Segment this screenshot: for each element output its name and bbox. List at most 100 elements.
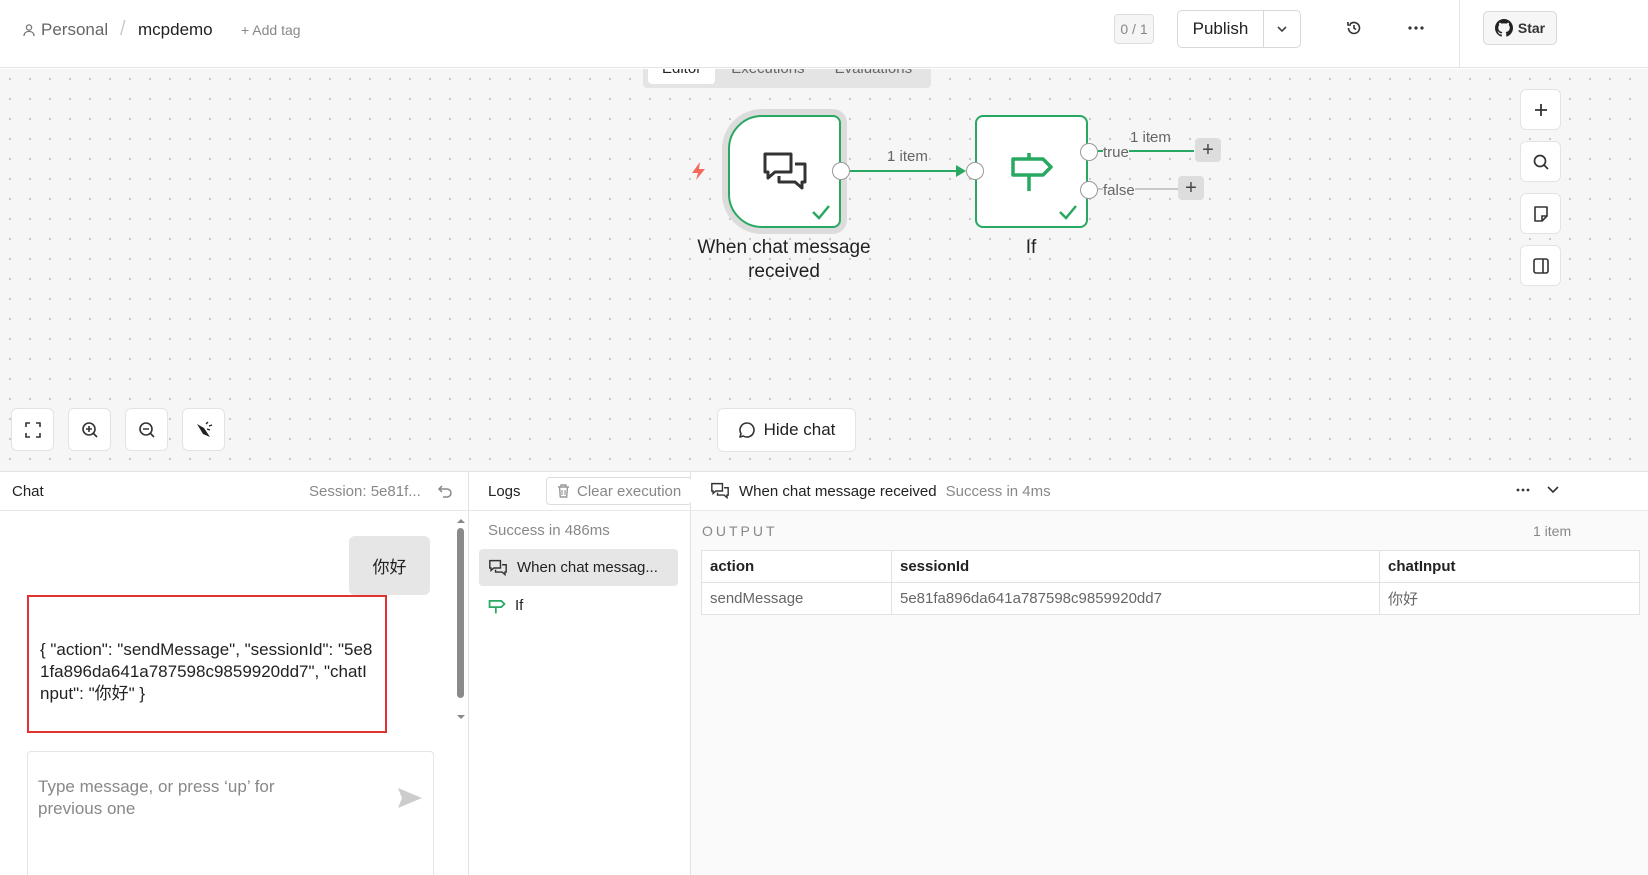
clear-execution-button[interactable]: Clear execution bbox=[546, 477, 692, 505]
true-count-label: 1 item bbox=[1130, 129, 1171, 146]
toggle-panel-button[interactable] bbox=[1520, 245, 1561, 286]
trash-icon bbox=[558, 484, 569, 498]
chat-panel: Chat Session: 5e81f... 你好 { "action": "s… bbox=[0, 472, 469, 875]
trigger-lightning-icon bbox=[692, 162, 705, 180]
workflow-canvas[interactable]: Editor Executions Evaluations When chat … bbox=[0, 69, 1648, 471]
project-name: Personal bbox=[41, 20, 109, 39]
node-chat-trigger[interactable] bbox=[728, 115, 841, 228]
success-check-icon bbox=[1059, 205, 1077, 220]
output-header: When chat message received Success in 4m… bbox=[691, 472, 1648, 511]
sticky-note-icon bbox=[1533, 205, 1548, 222]
zoom-out-icon bbox=[138, 421, 155, 438]
search-icon bbox=[1533, 154, 1549, 170]
logs-summary: Success in 486ms bbox=[488, 522, 610, 539]
publish-dropdown-button[interactable] bbox=[1264, 11, 1300, 47]
publish-group: Publish bbox=[1177, 10, 1301, 48]
chat-message-input[interactable]: Type message, or press ‘up’ for previous… bbox=[27, 751, 434, 875]
output-label: OUTPUT bbox=[702, 523, 778, 539]
input-handle[interactable] bbox=[966, 162, 984, 180]
session-id: Session: 5e81f... bbox=[309, 483, 421, 500]
fullscreen-icon bbox=[24, 421, 41, 438]
chat-bubble-icon bbox=[738, 422, 755, 438]
add-node-false-button[interactable]: + bbox=[1178, 176, 1204, 200]
star-label: Star bbox=[1517, 20, 1546, 36]
ellipsis-icon[interactable] bbox=[1515, 480, 1531, 500]
scroll-up-icon[interactable] bbox=[456, 517, 466, 525]
user-message: 你好 bbox=[349, 536, 430, 595]
broom-icon bbox=[196, 421, 212, 437]
chat-scrollbar[interactable] bbox=[455, 517, 467, 725]
success-check-icon bbox=[812, 205, 830, 220]
false-branch-label: false bbox=[1103, 182, 1135, 199]
search-nodes-button[interactable] bbox=[1520, 141, 1561, 182]
logs-title: Logs bbox=[488, 483, 521, 500]
table-cell: 5e81fa896da641a787598c9859920dd7 bbox=[891, 582, 1380, 615]
output-status: Success in 4ms bbox=[945, 482, 1051, 500]
top-header: Personal / mcpdemo + Add tag 0 / 1 Publi… bbox=[0, 0, 1648, 68]
true-output-handle[interactable] bbox=[1080, 143, 1098, 161]
tidy-up-button[interactable] bbox=[182, 408, 225, 451]
github-icon bbox=[1494, 19, 1513, 37]
panel-icon bbox=[1532, 257, 1549, 274]
signpost-icon bbox=[488, 599, 506, 613]
history-button[interactable] bbox=[1342, 16, 1366, 40]
output-panel: When chat message received Success in 4m… bbox=[691, 472, 1648, 875]
add-node-button[interactable] bbox=[1520, 89, 1561, 130]
log-item-label: If bbox=[515, 597, 524, 614]
output-node-name: When chat message received bbox=[739, 482, 937, 500]
chat-bubbles-icon bbox=[711, 482, 729, 500]
scroll-thumb[interactable] bbox=[457, 528, 464, 698]
hide-chat-button[interactable]: Hide chat bbox=[717, 408, 856, 452]
ellipsis-icon bbox=[1408, 26, 1424, 30]
scroll-down-icon[interactable] bbox=[456, 713, 466, 721]
log-item-if[interactable]: If bbox=[479, 587, 678, 624]
reset-session-icon[interactable] bbox=[437, 483, 453, 499]
log-item-label: When chat messag... bbox=[517, 559, 658, 576]
column-header: action bbox=[701, 550, 892, 583]
connection-arrow bbox=[956, 165, 966, 177]
breadcrumb-separator: / bbox=[120, 18, 126, 40]
column-header: sessionId bbox=[891, 550, 1380, 583]
github-star-button[interactable]: Star bbox=[1483, 11, 1557, 45]
node-label-trigger: When chat message received bbox=[697, 237, 871, 282]
user-icon bbox=[23, 24, 35, 37]
add-tag-button[interactable]: + Add tag bbox=[241, 22, 301, 38]
more-options-button[interactable] bbox=[1404, 16, 1428, 40]
chat-input-placeholder: Type message, or press ‘up’ for previous… bbox=[38, 777, 275, 818]
zoom-out-button[interactable] bbox=[125, 408, 168, 451]
log-item-trigger[interactable]: When chat messag... bbox=[479, 549, 678, 586]
chat-title: Chat bbox=[12, 482, 44, 500]
logs-header: Logs Clear execution bbox=[469, 472, 692, 511]
chat-bubbles-icon bbox=[489, 559, 507, 576]
true-branch-label: true bbox=[1103, 144, 1129, 161]
add-node-true-button[interactable]: + bbox=[1195, 138, 1221, 162]
history-icon bbox=[1347, 21, 1361, 35]
chevron-down-icon[interactable] bbox=[1546, 483, 1560, 497]
workflow-name[interactable]: mcpdemo bbox=[138, 20, 213, 40]
sticky-note-button[interactable] bbox=[1520, 193, 1561, 234]
bottom-panel: Chat Session: 5e81f... 你好 { "action": "s… bbox=[0, 471, 1648, 875]
publish-button[interactable]: Publish bbox=[1178, 11, 1264, 47]
hide-chat-label: Hide chat bbox=[763, 420, 836, 439]
node-label-if: If bbox=[1025, 237, 1037, 258]
false-output-handle[interactable] bbox=[1080, 181, 1098, 199]
logs-panel: Logs Clear execution Success in 486ms Wh… bbox=[469, 472, 692, 875]
bot-message: { "action": "sendMessage", "sessionId": … bbox=[27, 595, 387, 733]
version-counter: 0 / 1 bbox=[1114, 14, 1154, 44]
breadcrumb-project[interactable]: Personal bbox=[22, 20, 108, 40]
node-if[interactable] bbox=[975, 115, 1088, 228]
zoom-in-button[interactable] bbox=[68, 408, 111, 451]
output-handle[interactable] bbox=[832, 162, 850, 180]
table-cell: sendMessage bbox=[701, 582, 892, 615]
send-icon[interactable] bbox=[396, 786, 424, 810]
table-cell: 你好 bbox=[1379, 582, 1640, 615]
chevron-down-icon bbox=[1277, 26, 1287, 33]
header-divider bbox=[1459, 0, 1460, 68]
fit-view-button[interactable] bbox=[11, 408, 54, 451]
signpost-icon bbox=[1010, 152, 1053, 191]
output-table: action sessionId chatInput sendMessage 5… bbox=[701, 550, 1640, 615]
table-row: sendMessage 5e81fa896da641a787598c985992… bbox=[701, 582, 1640, 615]
zoom-in-icon bbox=[81, 421, 98, 438]
plus-icon bbox=[1534, 103, 1547, 116]
table-header-row: action sessionId chatInput bbox=[701, 550, 1640, 583]
